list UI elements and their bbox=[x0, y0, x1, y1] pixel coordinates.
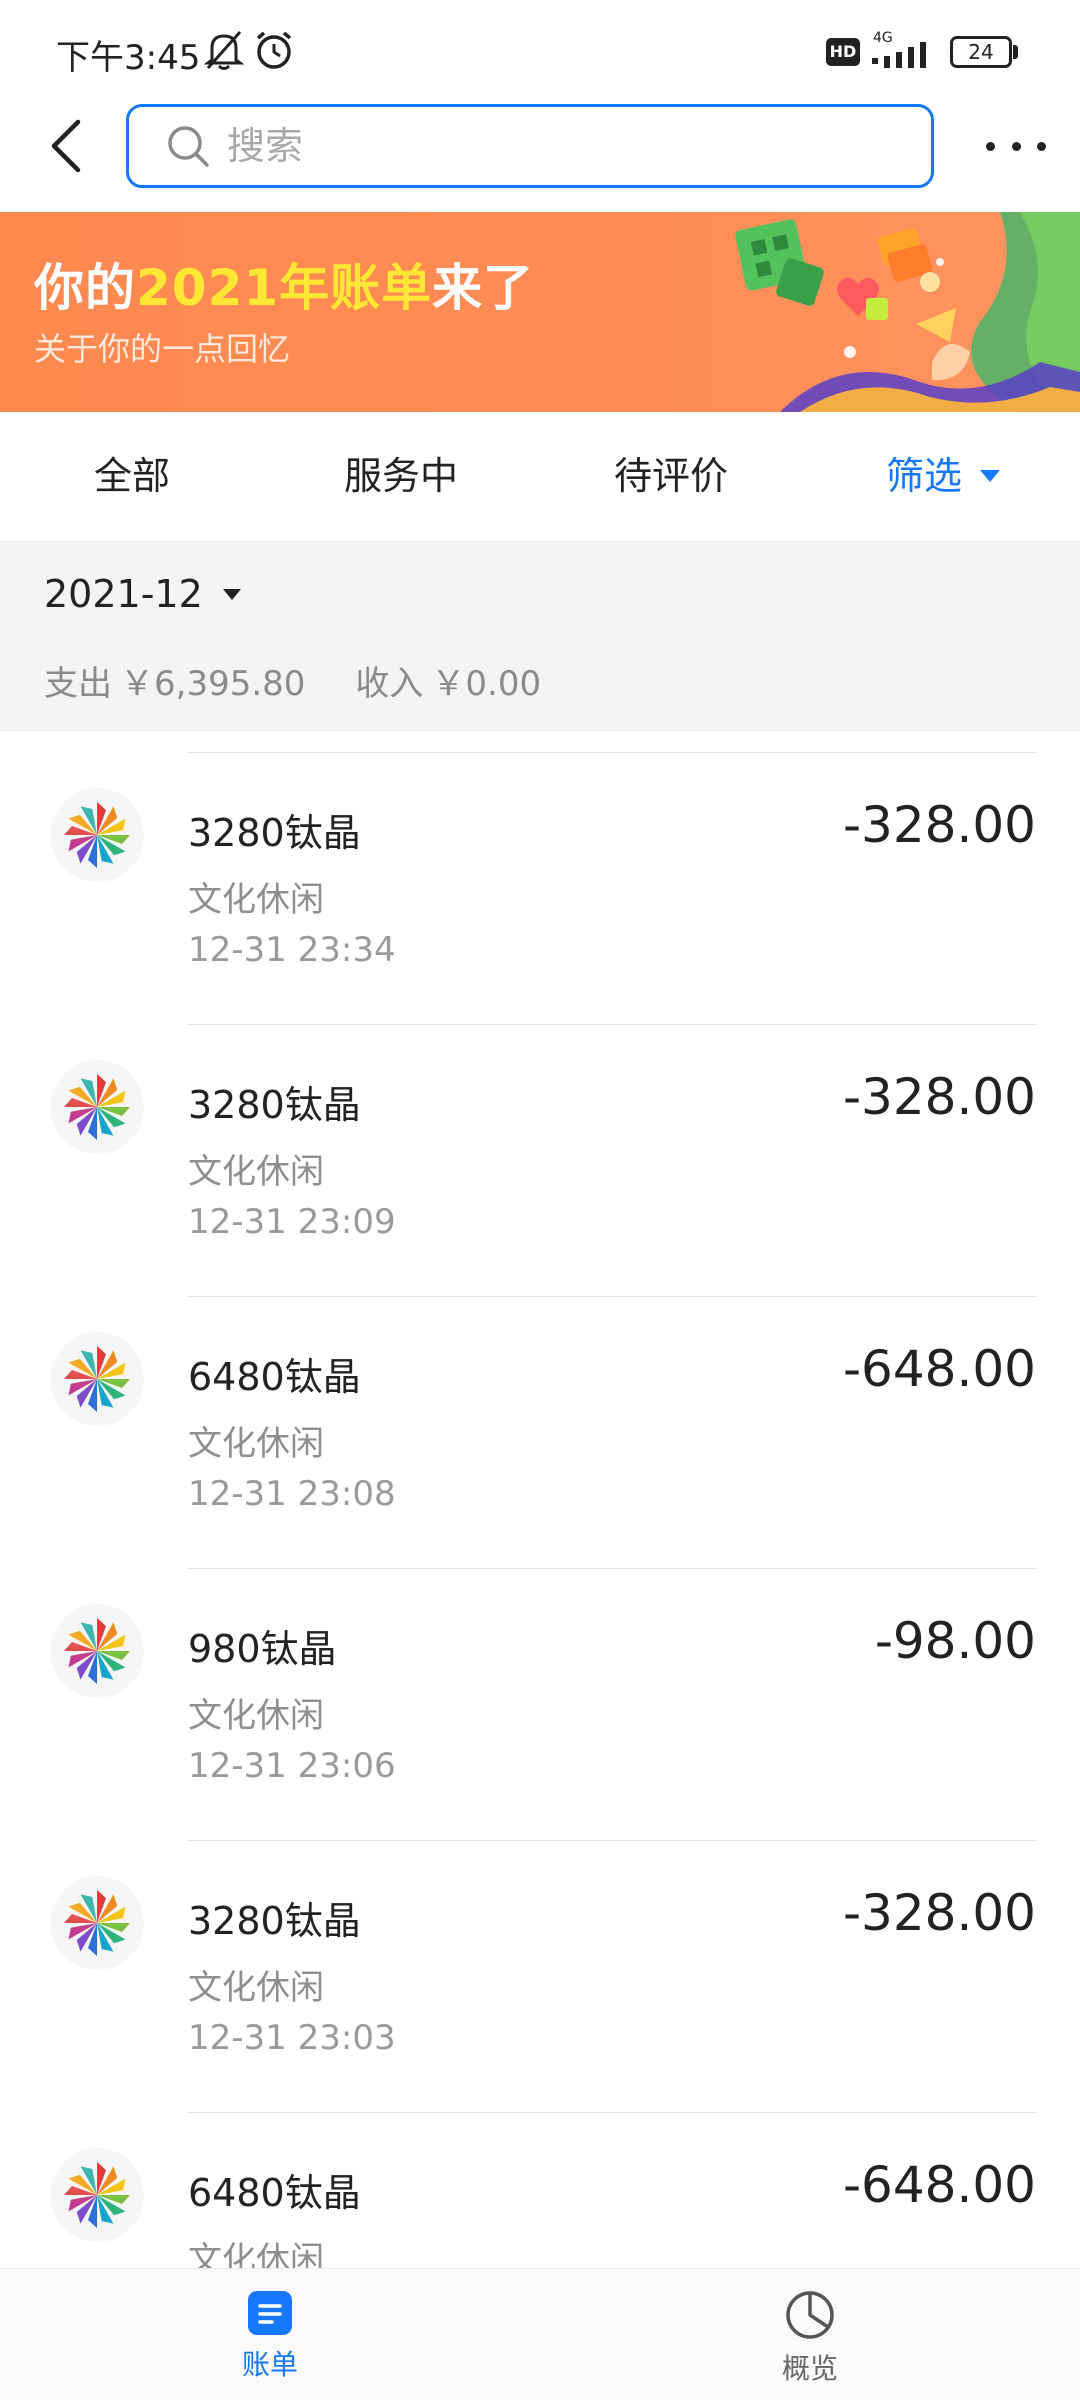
transaction-category: 文化休闲 bbox=[188, 1424, 324, 1464]
transaction-amount: -328.00 bbox=[843, 796, 1036, 854]
transaction-amount: -648.00 bbox=[843, 2156, 1036, 2214]
nav-bill-label: 账单 bbox=[241, 2348, 298, 2381]
tab-all[interactable]: 全部 bbox=[94, 412, 170, 540]
transaction-item[interactable]: 980钛晶 文化休闲 12-31 23:06 -98.00 bbox=[0, 1568, 1080, 1840]
transaction-title: 6480钛晶 bbox=[188, 2171, 361, 2215]
nav-bill[interactable]: 账单 bbox=[170, 2269, 370, 2400]
income-value: ￥0.00 bbox=[431, 664, 542, 704]
more-dot-icon bbox=[1037, 141, 1046, 151]
transaction-category: 文化休闲 bbox=[188, 880, 324, 920]
pinwheel-logo-icon bbox=[64, 2162, 130, 2228]
transaction-list: 3280钛晶 文化休闲 12-31 23:34 -328.00 3280钛晶 文… bbox=[0, 732, 1080, 2268]
month-label: 2021-12 bbox=[44, 572, 203, 616]
signal-icon bbox=[872, 42, 926, 68]
pinwheel-logo-icon bbox=[64, 1346, 130, 1412]
transaction-item[interactable]: 6480钛晶 文化休闲 -648.00 bbox=[0, 2112, 1080, 2268]
nav-overview[interactable]: 概览 bbox=[710, 2269, 910, 2400]
more-options-button[interactable] bbox=[986, 122, 1046, 170]
divider bbox=[188, 1840, 1036, 1841]
transaction-category: 文化休闲 bbox=[188, 1968, 324, 2008]
transaction-title: 3280钛晶 bbox=[188, 1083, 361, 1127]
expense-value: ￥6,395.80 bbox=[120, 664, 306, 704]
transaction-amount: -98.00 bbox=[874, 1612, 1036, 1670]
battery-icon: 24 bbox=[950, 36, 1012, 68]
tab-filter[interactable]: 筛选 bbox=[886, 412, 1001, 540]
caret-down-icon bbox=[222, 588, 241, 600]
expense-label: 支出 bbox=[44, 664, 112, 704]
transaction-item[interactable]: 3280钛晶 文化休闲 12-31 23:09 -328.00 bbox=[0, 1024, 1080, 1296]
month-totals: 支出 ￥6,395.80 收入 ￥0.00 bbox=[44, 656, 549, 705]
merchant-logo-icon bbox=[50, 1332, 144, 1426]
divider bbox=[188, 1024, 1036, 1025]
divider bbox=[188, 1568, 1036, 1569]
banner-illustration bbox=[735, 212, 1080, 412]
transaction-item[interactable]: 6480钛晶 文化休闲 12-31 23:08 -648.00 bbox=[0, 1296, 1080, 1568]
tab-pending-review[interactable]: 待评价 bbox=[614, 412, 728, 540]
tab-filter-label: 筛选 bbox=[886, 454, 963, 498]
transaction-time: 12-31 23:06 bbox=[188, 1746, 396, 1786]
month-picker[interactable]: 2021-12 bbox=[44, 572, 241, 616]
pinwheel-logo-icon bbox=[64, 1890, 130, 1956]
banner-title: 你的2021年账单来了 bbox=[34, 248, 534, 320]
annual-bill-banner[interactable]: 你的2021年账单来了 关于你的一点回忆 bbox=[0, 212, 1080, 412]
transaction-amount: -648.00 bbox=[843, 1340, 1036, 1398]
more-dot-icon bbox=[1011, 141, 1021, 151]
battery-cap bbox=[1013, 45, 1018, 59]
divider bbox=[188, 752, 1036, 753]
transaction-category: 文化休闲 bbox=[188, 1696, 324, 1736]
transaction-item[interactable]: 3280钛晶 文化休闲 12-31 23:03 -328.00 bbox=[0, 1840, 1080, 2112]
transaction-title: 3280钛晶 bbox=[188, 1899, 361, 1943]
transaction-category: 文化休闲 bbox=[188, 2240, 324, 2268]
more-dot-icon bbox=[986, 141, 995, 151]
search-icon bbox=[168, 126, 209, 167]
merchant-logo-icon bbox=[50, 788, 144, 882]
bottom-navigation: 账单 概览 bbox=[0, 2268, 1080, 2400]
search-input[interactable] bbox=[227, 107, 907, 185]
header bbox=[0, 100, 1080, 212]
transaction-time: 12-31 23:08 bbox=[188, 1474, 396, 1514]
pinwheel-logo-icon bbox=[64, 1074, 130, 1140]
divider bbox=[188, 1296, 1036, 1297]
tab-in-service[interactable]: 服务中 bbox=[344, 412, 458, 540]
banner-title-highlight: 2021年账单 bbox=[136, 259, 433, 317]
transaction-title: 980钛晶 bbox=[188, 1627, 337, 1671]
transaction-item[interactable]: 3280钛晶 文化休闲 12-31 23:34 -328.00 bbox=[0, 752, 1080, 1024]
merchant-logo-icon bbox=[50, 1604, 144, 1698]
status-time: 下午3:45 bbox=[56, 38, 201, 78]
merchant-logo-icon bbox=[50, 1060, 144, 1154]
income-label: 收入 bbox=[355, 664, 424, 704]
bill-icon bbox=[248, 2291, 292, 2335]
transaction-time: 12-31 23:34 bbox=[188, 930, 396, 970]
divider bbox=[188, 2112, 1036, 2113]
chevron-left-icon bbox=[51, 119, 81, 173]
transaction-category: 文化休闲 bbox=[188, 1152, 324, 1192]
banner-subtitle: 关于你的一点回忆 bbox=[34, 330, 291, 368]
hd-badge: HD bbox=[826, 38, 860, 66]
month-summary-section: 2021-12 支出 ￥6,395.80 收入 ￥0.00 bbox=[0, 540, 1080, 732]
transaction-time: 12-31 23:09 bbox=[188, 1202, 396, 1242]
back-button[interactable] bbox=[36, 114, 96, 178]
transaction-title: 6480钛晶 bbox=[188, 1355, 361, 1399]
merchant-logo-icon bbox=[50, 2148, 144, 2242]
pie-chart-icon bbox=[786, 2291, 834, 2339]
transaction-amount: -328.00 bbox=[843, 1884, 1036, 1942]
pinwheel-logo-icon bbox=[64, 1618, 130, 1684]
transaction-time: 12-31 23:03 bbox=[188, 2018, 396, 2058]
mute-bell-icon bbox=[204, 31, 244, 70]
banner-title-prefix: 你的 bbox=[34, 259, 136, 317]
merchant-logo-icon bbox=[50, 1876, 144, 1970]
nav-overview-label: 概览 bbox=[781, 2352, 838, 2385]
status-bar: 下午3:45 HD 4G 24 bbox=[0, 0, 1080, 100]
filter-tabs: 全部 服务中 待评价 筛选 bbox=[0, 412, 1080, 540]
transaction-title: 3280钛晶 bbox=[188, 811, 361, 855]
pinwheel-logo-icon bbox=[64, 802, 130, 868]
caret-down-icon bbox=[980, 470, 1001, 482]
banner-title-suffix: 来了 bbox=[432, 259, 535, 317]
alarm-icon bbox=[256, 31, 292, 69]
search-box[interactable] bbox=[126, 104, 934, 188]
transaction-amount: -328.00 bbox=[843, 1068, 1036, 1126]
